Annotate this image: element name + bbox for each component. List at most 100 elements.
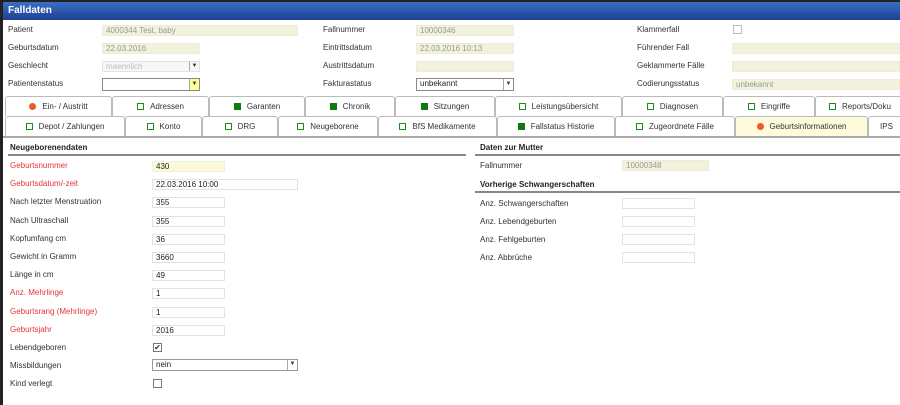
neugeborene-field-input[interactable]: 1 bbox=[152, 288, 225, 300]
chevron-down-icon: ▼ bbox=[189, 62, 199, 71]
neugeborene-field-input[interactable]: 430 bbox=[152, 161, 225, 172]
fakturastatus-label: Fakturastatus bbox=[323, 79, 372, 88]
patient-field: 4000344 Test, baby bbox=[102, 25, 298, 36]
chevron-down-icon: ▼ bbox=[503, 79, 513, 90]
tab-adressen[interactable]: Adressen bbox=[112, 96, 209, 116]
mutter-field-input[interactable] bbox=[622, 198, 695, 209]
kind-verlegt-checkbox[interactable] bbox=[153, 379, 162, 388]
tab-konto[interactable]: Konto bbox=[125, 116, 202, 136]
tab-label: Sitzungen bbox=[433, 102, 470, 111]
status-open-icon bbox=[297, 123, 305, 130]
tab-drg[interactable]: DRG bbox=[202, 116, 278, 136]
vorherige-schwangerschaften-heading: Vorherige Schwangerschaften bbox=[480, 180, 595, 189]
tab-label: Depot / Zahlungen bbox=[38, 122, 105, 131]
tab-eingriffe[interactable]: Eingriffe bbox=[723, 96, 815, 116]
tab-ein-austritt[interactable]: Ein- / Austritt bbox=[5, 96, 112, 116]
neugeborene-field-label: Geburtsjahr bbox=[10, 324, 52, 334]
mutter-field-input[interactable] bbox=[622, 252, 695, 263]
missbildungen-value: nein bbox=[156, 360, 172, 369]
section-divider bbox=[8, 154, 466, 156]
tab-label: BfS Medikamente bbox=[412, 122, 476, 131]
missbildungen-label: Missbildungen bbox=[10, 361, 62, 370]
tab-label: Konto bbox=[159, 122, 181, 131]
tab-label: Neugeborene bbox=[310, 122, 359, 131]
status-dot-icon bbox=[756, 123, 764, 130]
mutter-field-label: Anz. Fehlgeburten bbox=[480, 235, 546, 244]
section-divider bbox=[475, 154, 900, 156]
tab-fallstatus-historie[interactable]: Fallstatus Historie bbox=[497, 116, 615, 136]
tab-chronik[interactable]: Chronik bbox=[305, 96, 395, 116]
tab-depot-zahlungen[interactable]: Depot / Zahlungen bbox=[5, 116, 125, 136]
neugeborene-field-label: Gewicht in Gramm bbox=[10, 252, 77, 261]
geklammerte-faelle-label: Geklammerte Fälle bbox=[637, 61, 705, 70]
neugeborene-field-label: Anz. Mehrlinge bbox=[10, 288, 64, 298]
neugeborene-field-input[interactable]: 36 bbox=[152, 233, 225, 245]
neugeborene-field-label: Kopfumfang cm bbox=[10, 233, 67, 243]
neugeborene-field-label: Geburtsnummer bbox=[10, 161, 68, 170]
tab-label: Diagnosen bbox=[659, 102, 699, 111]
tab-divider bbox=[3, 136, 900, 138]
status-fill-icon bbox=[420, 103, 428, 110]
missbildungen-select[interactable]: nein ▼ bbox=[152, 359, 298, 371]
tab-label: Fallstatus Historie bbox=[530, 122, 595, 131]
tab-label: Ein- / Austritt bbox=[42, 102, 88, 111]
mutter-field-input[interactable] bbox=[622, 216, 695, 227]
neugeborene-field-input[interactable]: 355 bbox=[152, 197, 225, 209]
tab-diagnosen[interactable]: Diagnosen bbox=[622, 96, 723, 116]
kind-verlegt-label: Kind verlegt bbox=[10, 379, 53, 388]
tab-geburtsinformationen[interactable]: Geburtsinformationen bbox=[735, 116, 868, 136]
patientenstatus-label: Patientenstatus bbox=[8, 79, 64, 88]
chevron-down-icon: ▼ bbox=[189, 79, 199, 90]
tab-bfs-medikamente[interactable]: BfS Medikamente bbox=[378, 116, 497, 136]
patientenstatus-select[interactable]: ▼ bbox=[102, 78, 200, 91]
status-open-icon bbox=[518, 103, 526, 110]
fallnummer-label: Fallnummer bbox=[323, 25, 366, 34]
geschlecht-value: maennlich bbox=[106, 62, 143, 71]
tab-ips[interactable]: IPS bbox=[868, 116, 900, 136]
tab-label: Eingriffe bbox=[760, 102, 791, 111]
tab-reports-doku[interactable]: Reports/Doku bbox=[815, 96, 900, 116]
neugeborene-field-input[interactable]: 3660 bbox=[152, 252, 225, 263]
neugeborene-field-label: Nach letzter Menstruation bbox=[10, 197, 102, 207]
geschlecht-label: Geschlecht bbox=[8, 61, 49, 70]
status-dot-icon bbox=[29, 103, 37, 110]
status-fill-icon bbox=[517, 123, 525, 130]
tab-zugeordnete-fälle[interactable]: Zugeordnete Fälle bbox=[615, 116, 735, 136]
neugeborene-field-input[interactable]: 49 bbox=[152, 270, 225, 282]
status-open-icon bbox=[646, 103, 654, 110]
geklammerte-faelle-field bbox=[732, 61, 900, 72]
mutter-field-input[interactable] bbox=[622, 234, 695, 245]
neugeborene-field-label: Geburtsrang (Mehrlinge) bbox=[10, 306, 98, 316]
tab-neugeborene[interactable]: Neugeborene bbox=[278, 116, 378, 136]
patient-label: Patient bbox=[8, 25, 33, 34]
status-open-icon bbox=[747, 103, 755, 110]
neugeborene-field-input[interactable]: 22.03.2016 10:00 bbox=[152, 179, 298, 191]
neugeborene-field-label: Länge in cm bbox=[10, 270, 54, 280]
section-divider bbox=[475, 191, 900, 193]
tab-leistungsübersicht[interactable]: Leistungsübersicht bbox=[495, 96, 622, 116]
eintrittsdatum-label: Eintrittsdatum bbox=[323, 43, 372, 52]
fallnummer-field: 10000346 bbox=[416, 25, 514, 36]
neugeborene-field-input[interactable]: 355 bbox=[152, 215, 225, 227]
status-fill-icon bbox=[329, 103, 337, 110]
fakturastatus-select[interactable]: unbekannt ▼ bbox=[416, 78, 514, 91]
mutter-field-label: Anz. Abbrüche bbox=[480, 253, 533, 262]
lebendgeboren-label: Lebendgeboren bbox=[10, 343, 67, 352]
geschlecht-select[interactable]: maennlich ▼ bbox=[102, 61, 200, 72]
tab-label: Leistungsübersicht bbox=[531, 102, 599, 111]
window-title: Falldaten bbox=[3, 2, 900, 20]
klammerfall-checkbox[interactable] bbox=[733, 25, 742, 34]
codierungsstatus-label: Codierungsstatus bbox=[637, 79, 700, 88]
status-open-icon bbox=[137, 103, 145, 110]
status-fill-icon bbox=[233, 103, 241, 110]
neugeborene-field-label: Geburtsdatum/-zeit bbox=[10, 179, 79, 189]
tab-garanten[interactable]: Garanten bbox=[209, 96, 305, 116]
neugeborene-field-input[interactable]: 1 bbox=[152, 306, 225, 318]
eintrittsdatum-field: 22.03.2016 10:13 bbox=[416, 43, 514, 54]
austrittsdatum-label: Austrittsdatum bbox=[323, 61, 375, 70]
lebendgeboren-checkbox[interactable]: ✔ bbox=[153, 343, 162, 352]
neugeborene-field-input[interactable]: 2016 bbox=[152, 324, 225, 336]
fuehrender-fall-field bbox=[732, 43, 900, 54]
tab-sitzungen[interactable]: Sitzungen bbox=[395, 96, 495, 116]
tab-label: IPS bbox=[880, 122, 893, 131]
